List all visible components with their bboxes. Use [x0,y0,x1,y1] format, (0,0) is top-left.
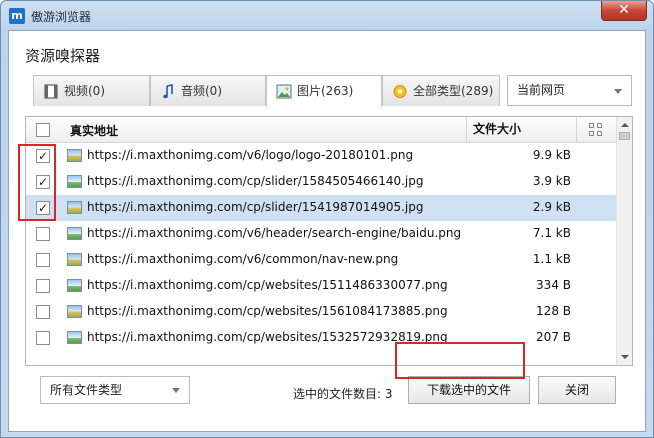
list-header: 真实地址 文件大小 [26,117,616,143]
row-checkbox[interactable] [36,279,50,293]
tab-video[interactable]: 视频(0) [33,75,150,106]
file-url: https://i.maxthonimg.com/cp/websites/151… [87,278,448,292]
highlight-checked-rows [18,144,56,221]
select-all-checkbox[interactable] [36,123,50,137]
tab-all-types-label: 全部类型(289) [413,84,494,98]
vertical-scrollbar[interactable] [616,117,632,365]
row-checkbox[interactable] [36,331,50,345]
file-size: 1.1 kB [532,252,571,266]
table-row[interactable]: https://i.maxthonimg.com/cp/websites/156… [26,299,616,325]
image-file-icon [67,175,82,188]
highlight-download-button [395,342,525,379]
scroll-down-icon[interactable] [621,355,629,359]
table-row[interactable]: https://i.maxthonimg.com/v6/header/searc… [26,221,616,247]
file-size: 3.9 kB [532,174,571,188]
file-size: 2.9 kB [532,200,571,214]
window-title: 傲游浏览器 [31,10,92,24]
maxthon-logo-icon: m [9,8,25,24]
tab-audio[interactable]: 音频(0) [150,75,266,106]
selected-count-label: 选中的文件数目: 3 [293,387,393,401]
file-url: https://i.maxthonimg.com/cp/slider/15845… [87,174,424,188]
file-type-select-value: 所有文件类型 [50,383,123,397]
chevron-down-icon [614,89,622,94]
table-row[interactable]: https://i.maxthonimg.com/v6/common/nav-n… [26,247,616,273]
table-row[interactable]: ✓ https://i.maxthonimg.com/v6/logo/logo-2… [26,143,616,169]
resource-list: 真实地址 文件大小 ✓ https://i.maxthonimg.com/v6/l… [25,116,633,366]
window-close-button[interactable]: ✕ [601,1,647,21]
chevron-down-icon [172,388,180,393]
tab-video-label: 视频(0) [64,84,105,98]
file-url: https://i.maxthonimg.com/cp/websites/153… [87,330,448,344]
image-file-icon [67,253,82,266]
column-header-url[interactable]: 真实地址 [70,122,118,139]
row-checkbox[interactable] [36,253,50,267]
film-icon [44,84,58,99]
tab-audio-label: 音频(0) [181,84,222,98]
scroll-up-icon[interactable] [621,123,629,127]
scope-select[interactable]: 当前网页 [507,75,632,106]
table-row[interactable]: ✓ https://i.maxthonimg.com/cp/slider/1541… [26,195,616,221]
star-icon [393,85,407,98]
image-file-icon [67,305,82,318]
title-bar[interactable]: m 傲游浏览器 ✕ [1,1,653,31]
file-url: https://i.maxthonimg.com/cp/slider/15419… [87,200,424,214]
scroll-thumb[interactable] [619,132,630,140]
image-file-icon [67,227,82,240]
close-button[interactable]: 关闭 [538,376,616,404]
image-file-icon [67,331,82,344]
table-row[interactable]: ✓ https://i.maxthonimg.com/cp/slider/1584… [26,169,616,195]
table-row[interactable]: https://i.maxthonimg.com/cp/websites/151… [26,273,616,299]
browser-window: m 傲游浏览器 ✕ 资源嗅探器 视频(0) 音频(0) 图片(263) 全部类型… [0,0,654,438]
download-selected-button[interactable]: 下载选中的文件 [408,376,530,404]
tab-images[interactable]: 图片(263) [266,75,382,107]
file-url: https://i.maxthonimg.com/cp/websites/156… [87,304,448,318]
column-options[interactable] [576,117,616,143]
file-url: https://i.maxthonimg.com/v6/header/searc… [87,226,462,240]
table-row[interactable]: https://i.maxthonimg.com/cp/websites/153… [26,325,616,351]
grid-view-icon [589,123,603,137]
image-file-icon [67,149,82,162]
tab-all-types[interactable]: 全部类型(289) [382,75,500,106]
image-file-icon [67,201,82,214]
row-checkbox[interactable] [36,227,50,241]
scope-select-value: 当前网页 [517,83,566,97]
resource-sniffer-dialog: 资源嗅探器 视频(0) 音频(0) 图片(263) 全部类型(289) 当前网页… [8,30,646,432]
file-type-select[interactable]: 所有文件类型 [40,376,190,404]
file-url: https://i.maxthonimg.com/v6/common/nav-n… [87,252,399,266]
tab-images-label: 图片(263) [297,84,354,98]
file-size: 9.9 kB [532,148,571,162]
column-header-size[interactable]: 文件大小 [466,117,576,143]
image-icon [276,84,292,99]
file-size: 334 B [536,278,571,292]
file-size: 128 B [536,304,571,318]
music-note-icon [163,84,173,99]
row-checkbox[interactable] [36,305,50,319]
file-size: 7.1 kB [532,226,571,240]
image-file-icon [67,279,82,292]
dialog-title: 资源嗅探器 [25,47,101,65]
file-url: https://i.maxthonimg.com/v6/logo/logo-20… [87,148,414,162]
